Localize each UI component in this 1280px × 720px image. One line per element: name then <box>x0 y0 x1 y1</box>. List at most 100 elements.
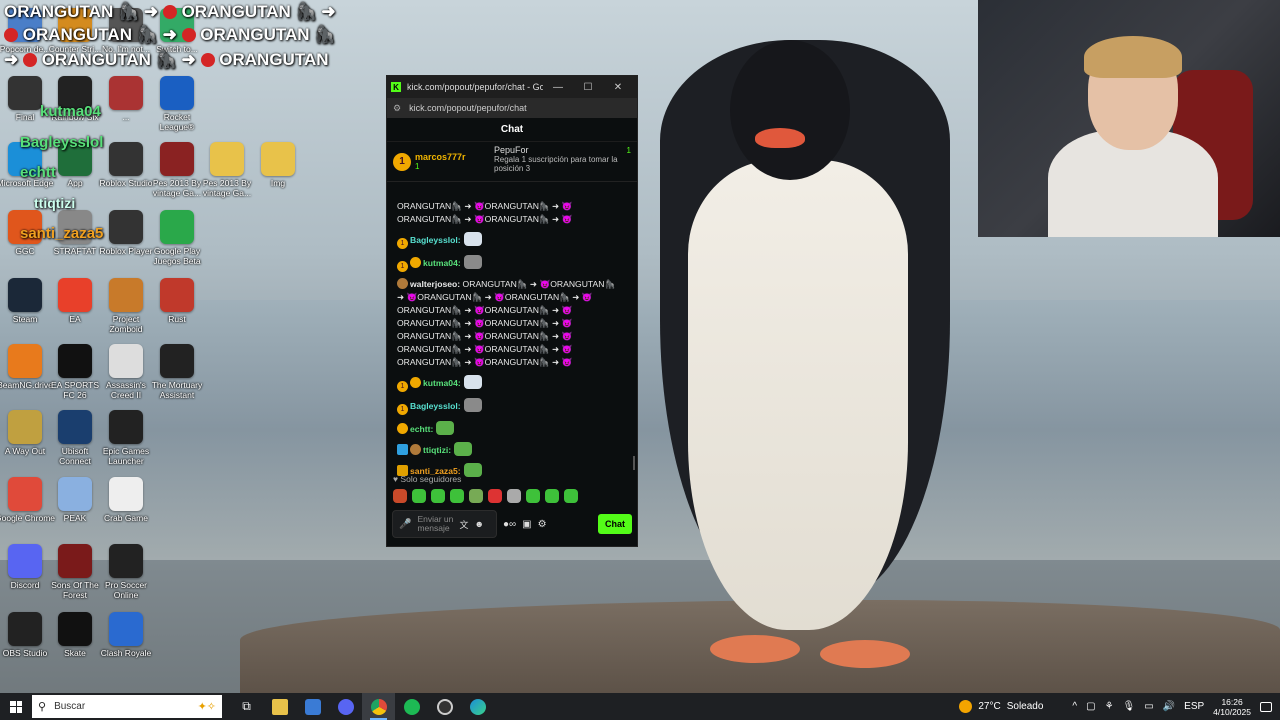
window-titlebar[interactable]: K kick.com/popout/pepufor/chat - Goog...… <box>387 76 637 98</box>
app-icon <box>109 410 143 444</box>
language-indicator[interactable]: ESP <box>1184 701 1204 712</box>
desktop-icon[interactable]: Crab Game <box>96 477 156 523</box>
rank-medal-icon: 1 <box>393 152 411 171</box>
maximize-icon[interactable]: ☐ <box>573 82 603 93</box>
chat-messages: ORANGUTAN🦍 ➜ 😈ORANGUTAN🦍 ➜ 😈 ORANGUTAN🦍 … <box>387 200 637 478</box>
network-icon[interactable]: ▭ <box>1144 701 1153 712</box>
desktop-icon[interactable]: Pro Soccer Online <box>96 544 156 600</box>
app-icon <box>109 544 143 578</box>
temperature: 27°C <box>978 701 1001 712</box>
users-icon[interactable]: ●∞ <box>503 519 516 530</box>
message-input[interactable]: 🎤 Enviar un mensaje 文 ☻ <box>392 510 497 538</box>
desktop-icon[interactable]: Clash Royale <box>96 612 156 658</box>
chat-header: Chat <box>387 118 637 142</box>
top-user-name[interactable]: marcos777r <box>415 152 466 162</box>
minimize-icon[interactable]: — <box>543 82 573 93</box>
obs-taskbar-icon[interactable] <box>428 693 461 720</box>
desktop-icon[interactable]: Img <box>248 142 308 188</box>
close-icon[interactable]: ✕ <box>603 82 633 93</box>
overlay-user: Bagleysslol <box>20 134 104 151</box>
desktop-icon-label: Pro Soccer Online <box>104 580 148 600</box>
chat-message: ORANGUTAN🦍 ➜ 😈ORANGUTAN🦍 ➜ 😈 <box>397 318 573 328</box>
app-icon <box>8 344 42 378</box>
task-view-icon[interactable]: ⧉ <box>230 693 263 720</box>
chat-scrollbar[interactable] <box>633 456 635 470</box>
app-icon <box>58 410 92 444</box>
app-icon <box>210 142 244 176</box>
overlay-user: kutma04 <box>40 103 101 120</box>
desktop-icon-label: Clash Royale <box>100 648 152 658</box>
overlay-spam-line: ORANGUTAN 🦍 ➜ ORANGUTAN 🦍 <box>4 25 335 45</box>
followers-only-notice: ♥ Solo seguidores <box>393 474 462 484</box>
chat-message: ➜ 😈ORANGUTAN🦍 ➜ 😈ORANGUTAN🦍 ➜ 😈 <box>397 292 593 302</box>
app-icon <box>160 76 194 110</box>
chat-message: ORANGUTAN🦍 ➜ 😈ORANGUTAN🦍 ➜ 😈 <box>397 344 573 354</box>
app-icon <box>8 76 42 110</box>
chat-message: 1 Bagleysslol: <box>397 232 627 249</box>
app-icon <box>8 544 42 578</box>
app-icon <box>160 142 194 176</box>
desktop-icon[interactable]: Rocket League® <box>147 76 207 132</box>
system-tray: 27°C Soleado ^ ▢ ⚘ 🎙 ▭ 🔊 ESP 16:26 4/10/… <box>959 697 1280 717</box>
chat-message: 1 Bagleysslol: <box>397 398 627 415</box>
wallpaper-sea <box>0 300 1280 560</box>
discord-taskbar-icon[interactable] <box>329 693 362 720</box>
app-icon <box>58 477 92 511</box>
desktop-icon-label: Google Play Juegos Beta <box>153 246 201 266</box>
app-tray-icon[interactable]: ▢ <box>1086 701 1095 712</box>
app-icon <box>8 612 42 646</box>
app-icon <box>8 477 42 511</box>
store-taskbar-icon[interactable] <box>296 693 329 720</box>
overlay-user: echtt <box>20 164 56 181</box>
clock[interactable]: 16:26 4/10/2025 <box>1213 697 1251 717</box>
tray-icon[interactable]: ⚘ <box>1105 701 1114 712</box>
app-icon <box>58 278 92 312</box>
app-icon <box>109 76 143 110</box>
overlay-user: ttiqtizi <box>34 195 76 211</box>
address-bar[interactable]: ⚙ kick.com/popout/pepufor/chat <box>387 98 637 118</box>
taskbar-search[interactable]: ⚲ Buscar ✦✧ <box>32 695 222 718</box>
desktop-icon[interactable]: The Mortuary Assistant <box>147 344 207 400</box>
taskbar: ⚲ Buscar ✦✧ ⧉ 27°C Soleado ^ ▢ ⚘ 🎙 ▭ 🔊 E… <box>0 693 1280 720</box>
translate-icon[interactable]: 文 <box>459 518 468 531</box>
desktop-icon-label: Epic Games Launcher <box>102 446 150 466</box>
chrome-taskbar-icon[interactable] <box>362 693 395 720</box>
settings-gear-icon[interactable]: ⚙ <box>538 519 547 530</box>
app-icon <box>109 210 143 244</box>
app-icon <box>8 410 42 444</box>
chevron-up-icon[interactable]: ^ <box>1072 701 1077 712</box>
chat-message: ORANGUTAN🦍 ➜ 😈ORANGUTAN🦍 ➜ 😈 <box>397 214 573 224</box>
file-explorer-icon[interactable] <box>263 693 296 720</box>
desktop-icon[interactable]: Rust <box>147 278 207 324</box>
weather-desc: Soleado <box>1006 701 1044 712</box>
app-icon <box>58 544 92 578</box>
spotify-taskbar-icon[interactable] <box>395 693 428 720</box>
chat-message: echtt: <box>397 421 627 436</box>
desktop-icon[interactable]: Google Play Juegos Beta <box>147 210 207 266</box>
speaker-icon[interactable]: 🔊 <box>1163 701 1175 712</box>
store-icon[interactable]: ▣ <box>522 519 531 530</box>
notification-icon[interactable] <box>1260 701 1272 712</box>
chat-message: 1 kutma04: <box>397 255 627 272</box>
start-button[interactable] <box>0 693 32 720</box>
weather-widget[interactable]: 27°C Soleado <box>959 700 1043 713</box>
desktop-icon-label: Crab Game <box>104 513 148 523</box>
site-settings-icon[interactable]: ⚙ <box>393 103 401 114</box>
chat-message: 1 kutma04: <box>397 375 627 392</box>
search-placeholder: Buscar <box>54 701 86 712</box>
app-icon <box>58 344 92 378</box>
desktop-icon[interactable]: Epic Games Launcher <box>96 410 156 466</box>
mic-tray-icon[interactable]: 🎙 <box>1123 701 1136 712</box>
app-icon <box>160 344 194 378</box>
send-chat-button[interactable]: Chat <box>598 514 632 534</box>
emote-quick-row[interactable] <box>393 489 578 503</box>
chat-popout-window[interactable]: K kick.com/popout/pepufor/chat - Goog...… <box>386 75 638 547</box>
edge-taskbar-icon[interactable] <box>461 693 494 720</box>
microphone-icon[interactable]: 🎤 <box>399 519 411 530</box>
windows-logo-icon <box>10 700 22 713</box>
chat-message: ORANGUTAN🦍 ➜ 😈ORANGUTAN🦍 ➜ 😈 <box>397 357 573 367</box>
overlay-user: santi_zaza5 <box>20 225 104 242</box>
emoji-icon[interactable]: ☻ <box>474 519 483 529</box>
gift-sub-text[interactable]: Regala 1 suscripción para tomar la posic… <box>494 155 631 173</box>
app-icon <box>8 278 42 312</box>
